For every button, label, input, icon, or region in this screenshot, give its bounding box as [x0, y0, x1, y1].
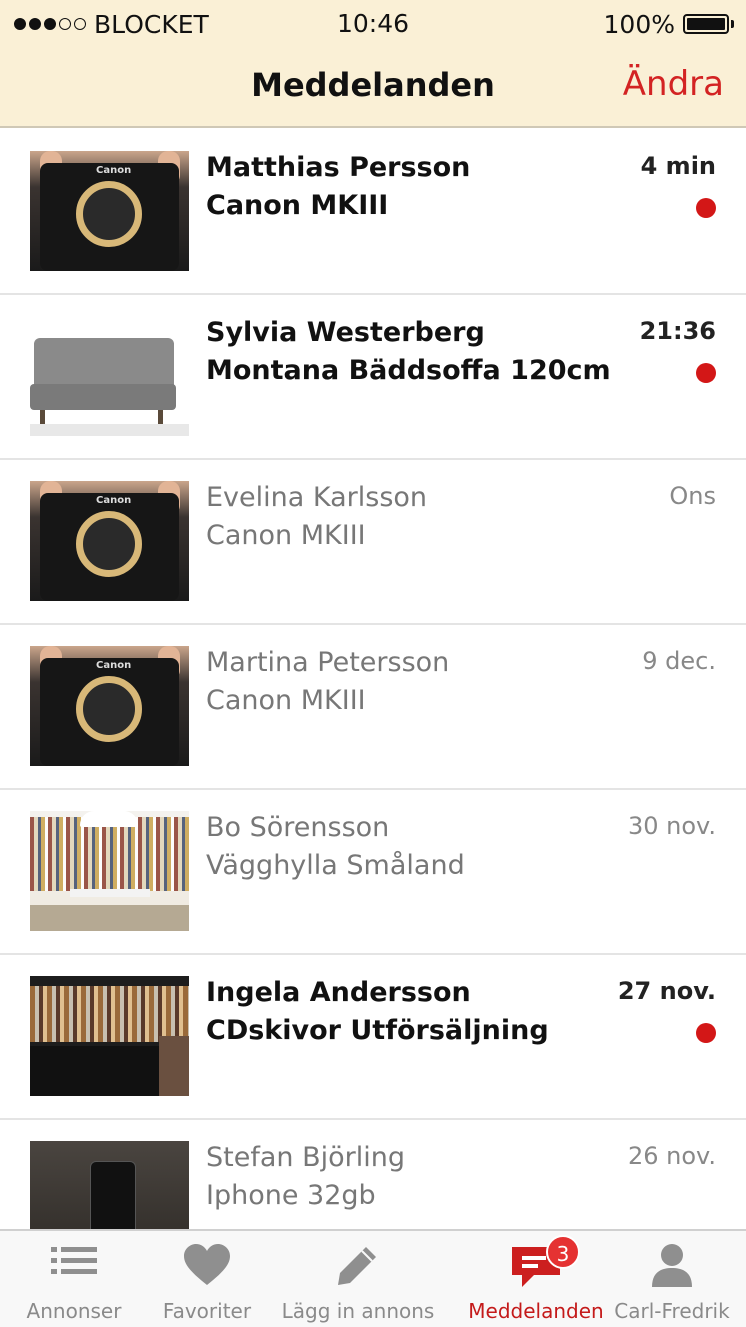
message-date: 27 nov. — [617, 977, 716, 1005]
sender-name: Sylvia Westerberg — [206, 317, 485, 348]
battery-indicator: 100% — [604, 8, 734, 40]
person-icon — [650, 1243, 694, 1293]
unread-indicator — [696, 363, 716, 383]
tab-meddelanden[interactable]: 3 Meddelanden — [450, 1231, 622, 1327]
unread-indicator — [696, 1023, 716, 1043]
listing-thumbnail — [30, 976, 189, 1096]
tab-annonser[interactable]: Annonser — [0, 1231, 148, 1327]
listing-title: Canon MKIII — [206, 685, 366, 716]
list-icon — [49, 1243, 99, 1283]
status-bar: BLOCKET 10:46 100% — [0, 8, 746, 40]
message-row[interactable]: Stefan Björling Iphone 32gb 26 nov. — [0, 1120, 746, 1229]
sender-name: Evelina Karlsson — [206, 482, 428, 513]
edit-button[interactable]: Ändra — [623, 64, 724, 104]
listing-title: Canon MKIII — [206, 520, 366, 551]
tab-label: Meddelanden — [468, 1299, 604, 1323]
app-header: BLOCKET 10:46 100% Meddelanden Ändra — [0, 0, 746, 128]
sender-name: Matthias Persson — [206, 152, 471, 183]
sender-name: Stefan Björling — [206, 1142, 405, 1173]
message-row[interactable]: Canon Evelina Karlsson Canon MKIII Ons — [0, 460, 746, 625]
listing-thumbnail — [30, 316, 189, 436]
tab-profile[interactable]: Carl-Fredrik — [610, 1231, 734, 1327]
tab-lagg-in-annons[interactable]: Lägg in annons — [266, 1231, 450, 1327]
message-row[interactable]: Bo Sörensson Vägghylla Småland 30 nov. — [0, 790, 746, 955]
message-row[interactable]: Canon Matthias Persson Canon MKIII 4 min — [0, 130, 746, 295]
tab-label: Carl-Fredrik — [614, 1299, 730, 1323]
heart-icon — [182, 1243, 232, 1291]
tab-label: Annonser — [26, 1299, 122, 1323]
message-date: 9 dec. — [642, 647, 716, 675]
tab-bar: Annonser Favoriter Lägg in annons 3 Medd… — [0, 1229, 746, 1327]
listing-title: Canon MKIII — [206, 190, 389, 221]
listing-thumbnail — [30, 811, 189, 931]
sender-name: Bo Sörensson — [206, 812, 390, 843]
tab-label: Favoriter — [162, 1299, 252, 1323]
message-date: 4 min — [640, 152, 716, 180]
unread-badge: 3 — [546, 1235, 580, 1269]
chat-icon: 3 — [510, 1235, 580, 1293]
listing-title: Vägghylla Småland — [206, 850, 465, 881]
message-date: 21:36 — [639, 317, 716, 345]
listing-title: Iphone 32gb — [206, 1180, 376, 1211]
tab-label: Lägg in annons — [281, 1299, 435, 1323]
battery-percent: 100% — [603, 9, 675, 39]
listing-title: CDskivor Utförsäljning — [206, 1015, 549, 1046]
message-row[interactable]: Sylvia Westerberg Montana Bäddsoffa 120c… — [0, 295, 746, 460]
message-date: 30 nov. — [627, 812, 716, 840]
listing-thumbnail: Canon — [30, 646, 189, 766]
battery-icon — [683, 14, 729, 34]
message-date: 26 nov. — [627, 1142, 716, 1170]
message-list[interactable]: Canon Matthias Persson Canon MKIII 4 min… — [0, 130, 746, 1229]
message-date: Ons — [669, 482, 716, 510]
listing-thumbnail: Canon — [30, 481, 189, 601]
listing-thumbnail — [30, 1141, 189, 1229]
listing-thumbnail: Canon — [30, 151, 189, 271]
message-row[interactable]: Ingela Andersson CDskivor Utförsäljning … — [0, 955, 746, 1120]
unread-indicator — [696, 198, 716, 218]
sender-name: Ingela Andersson — [206, 977, 471, 1008]
message-row[interactable]: Canon Martina Petersson Canon MKIII 9 de… — [0, 625, 746, 790]
tab-favoriter[interactable]: Favoriter — [148, 1231, 266, 1327]
pencil-icon — [336, 1243, 380, 1291]
sender-name: Martina Petersson — [206, 647, 450, 678]
listing-title: Montana Bäddsoffa 120cm — [206, 355, 611, 386]
